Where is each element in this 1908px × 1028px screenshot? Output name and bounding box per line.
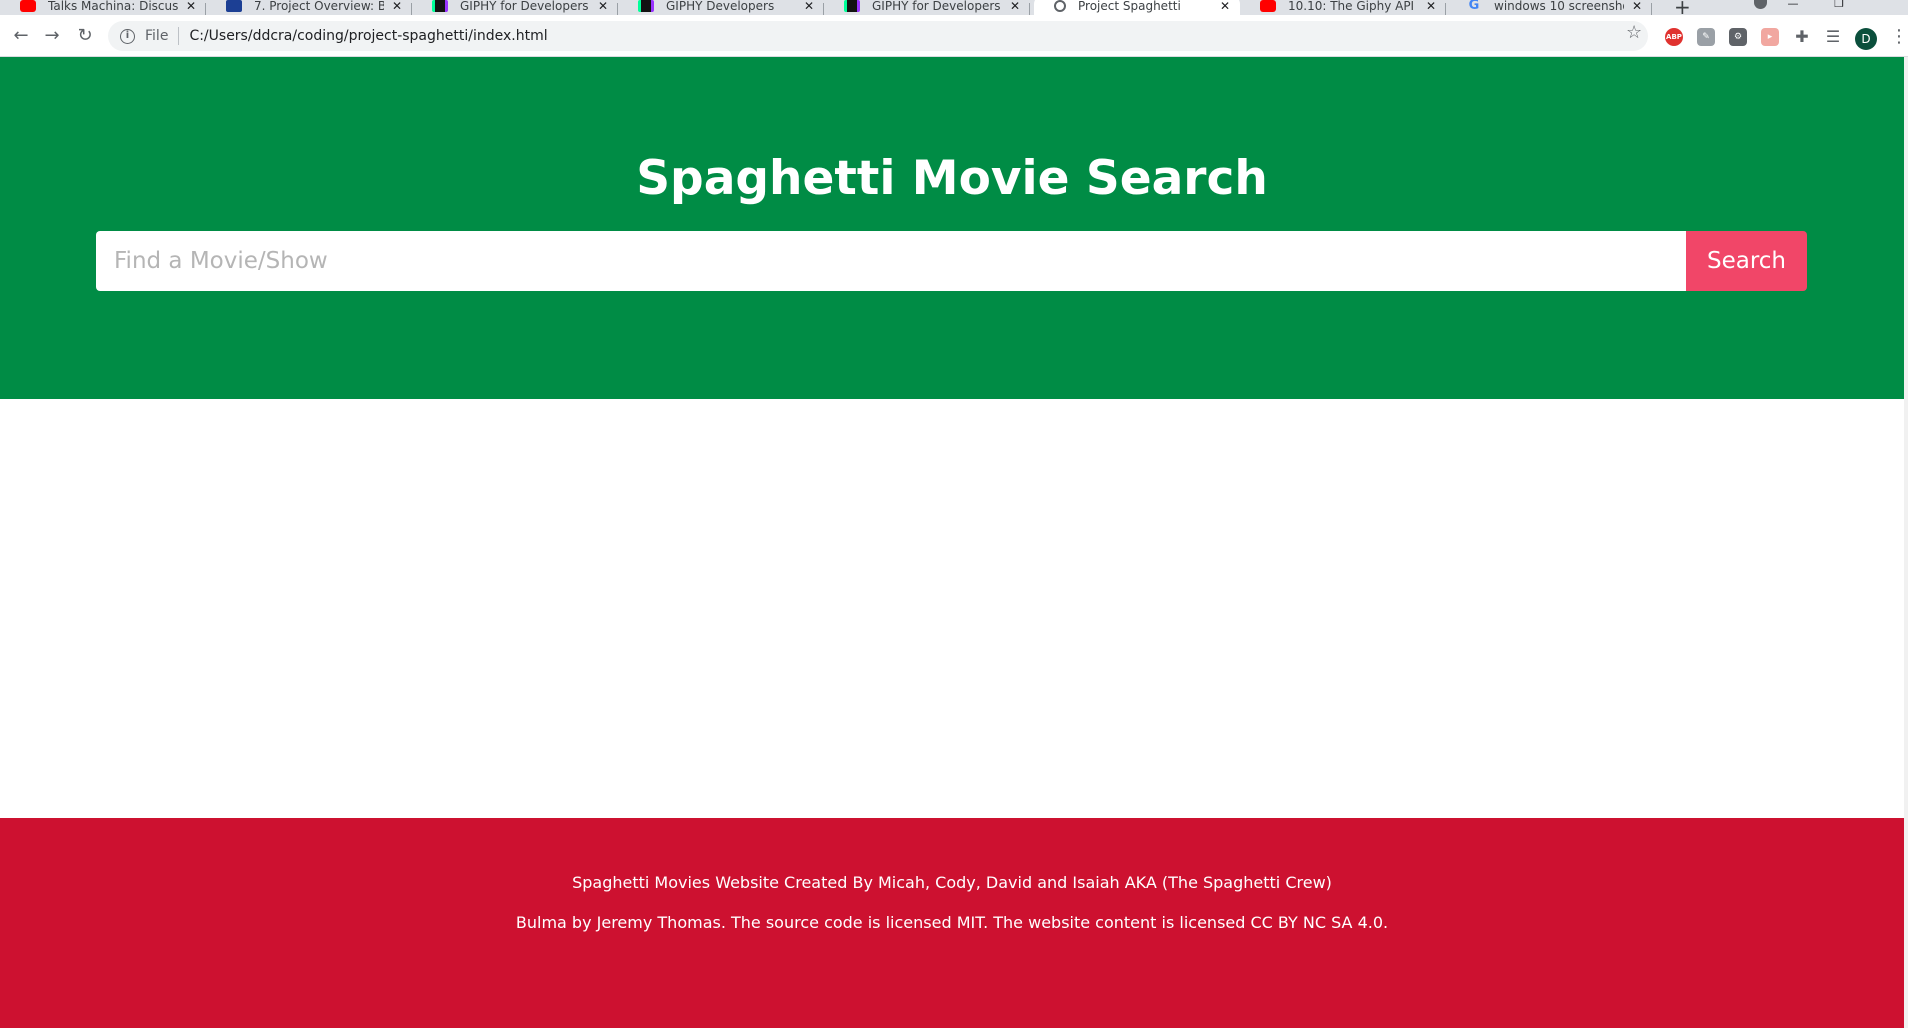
puzzle-icon[interactable]: ✚ — [1793, 28, 1811, 46]
google-icon: G — [1468, 0, 1480, 13]
close-icon[interactable]: ✕ — [184, 0, 198, 13]
file-scheme-label: File — [145, 28, 169, 44]
tab-project-spaghetti[interactable]: Project Spaghetti ✕ — [1034, 0, 1240, 15]
youtube-icon — [1260, 0, 1276, 12]
kebab-menu-icon[interactable]: ⋮ — [1890, 26, 1908, 47]
footer-credit: Spaghetti Movies Website Created By Mica… — [572, 873, 1332, 892]
abp-icon[interactable]: ABP — [1665, 28, 1683, 46]
footer-license: Bulma by Jeremy Thomas. The source code … — [515, 913, 1389, 932]
tab-title: GIPHY for Developers | API — [460, 0, 590, 13]
giphy-icon — [638, 0, 654, 12]
tab-title: GIPHY for Developers | You — [872, 0, 1002, 13]
record-icon[interactable]: ▸ — [1761, 28, 1779, 46]
reload-icon[interactable]: ↻ — [74, 25, 96, 47]
globe-icon — [1054, 0, 1066, 12]
tab-giphy-api-video[interactable]: 10.10: The Giphy API and J ✕ — [1240, 0, 1446, 15]
tab-separator — [1651, 3, 1652, 15]
ku-icon — [226, 0, 242, 12]
scrollbar[interactable] — [1904, 57, 1908, 1028]
tab-separator — [1029, 3, 1030, 15]
close-icon[interactable]: ✕ — [1008, 0, 1022, 13]
new-tab-button[interactable]: + — [1674, 0, 1691, 15]
close-window-icon[interactable] — [1862, 0, 1908, 15]
close-icon[interactable]: ✕ — [1218, 0, 1232, 13]
devtools-icon[interactable]: ⚙ — [1729, 28, 1747, 46]
minimize-icon[interactable]: — — [1770, 0, 1816, 15]
tab-windows-screenshot[interactable]: G windows 10 screenshot - G ✕ — [1446, 0, 1652, 15]
reading-list-icon[interactable]: ☰ — [1824, 28, 1842, 46]
browser-toolbar: ← → ↻ i File C:/Users/ddcra/coding/proje… — [0, 15, 1908, 57]
close-icon[interactable]: ✕ — [390, 0, 404, 13]
giphy-icon — [844, 0, 860, 12]
tab-giphy-api[interactable]: GIPHY for Developers | API ✕ — [412, 0, 618, 15]
pdf-icon[interactable]: ✎ — [1697, 28, 1715, 46]
bookmark-star-icon[interactable]: ☆ — [1626, 22, 1642, 43]
tab-title: GIPHY Developers — [666, 0, 775, 13]
forward-arrow-icon[interactable]: → — [41, 25, 63, 47]
page-viewport: Spaghetti Movie Search Search Spaghetti … — [0, 57, 1904, 1028]
youtube-icon — [20, 0, 36, 12]
back-arrow-icon[interactable]: ← — [10, 25, 32, 47]
info-icon[interactable]: i — [120, 28, 135, 44]
tab-strip: Talks Machina: Discussing C ✕ 7. Project… — [0, 0, 1908, 15]
search-input[interactable] — [96, 231, 1686, 291]
profile-avatar[interactable]: D — [1855, 28, 1877, 50]
address-bar[interactable]: i File C:/Users/ddcra/coding/project-spa… — [108, 21, 1648, 51]
tab-project-overview[interactable]: 7. Project Overview: Bootca ✕ — [206, 0, 412, 15]
url-text[interactable]: C:/Users/ddcra/coding/project-spaghetti/… — [189, 28, 547, 44]
profile-indicator-icon[interactable] — [1754, 0, 1767, 9]
close-icon[interactable]: ✕ — [596, 0, 610, 13]
tab-title: 10.10: The Giphy API and J — [1288, 0, 1418, 13]
page-title: Spaghetti Movie Search — [636, 151, 1268, 206]
close-icon[interactable]: ✕ — [802, 0, 816, 13]
tab-talks-machina[interactable]: Talks Machina: Discussing C ✕ — [0, 0, 206, 15]
close-icon[interactable]: ✕ — [1630, 0, 1644, 13]
hero-section: Spaghetti Movie Search Search — [0, 57, 1904, 399]
tab-title: 7. Project Overview: Bootca — [254, 0, 384, 13]
tab-title: Talks Machina: Discussing C — [48, 0, 178, 13]
restore-icon[interactable]: ❐ — [1816, 0, 1862, 15]
search-button[interactable]: Search — [1686, 231, 1807, 291]
close-icon[interactable]: ✕ — [1424, 0, 1438, 13]
tab-giphy-developers[interactable]: GIPHY Developers ✕ — [618, 0, 824, 15]
tab-title: windows 10 screenshot - G — [1494, 0, 1624, 13]
giphy-icon — [432, 0, 448, 12]
page-footer: Spaghetti Movies Website Created By Mica… — [0, 818, 1904, 1028]
tab-title: Project Spaghetti — [1078, 0, 1181, 13]
window-controls: — ❐ — [1770, 0, 1908, 15]
address-divider — [178, 27, 180, 45]
tab-giphy-you[interactable]: GIPHY for Developers | You ✕ — [824, 0, 1030, 15]
